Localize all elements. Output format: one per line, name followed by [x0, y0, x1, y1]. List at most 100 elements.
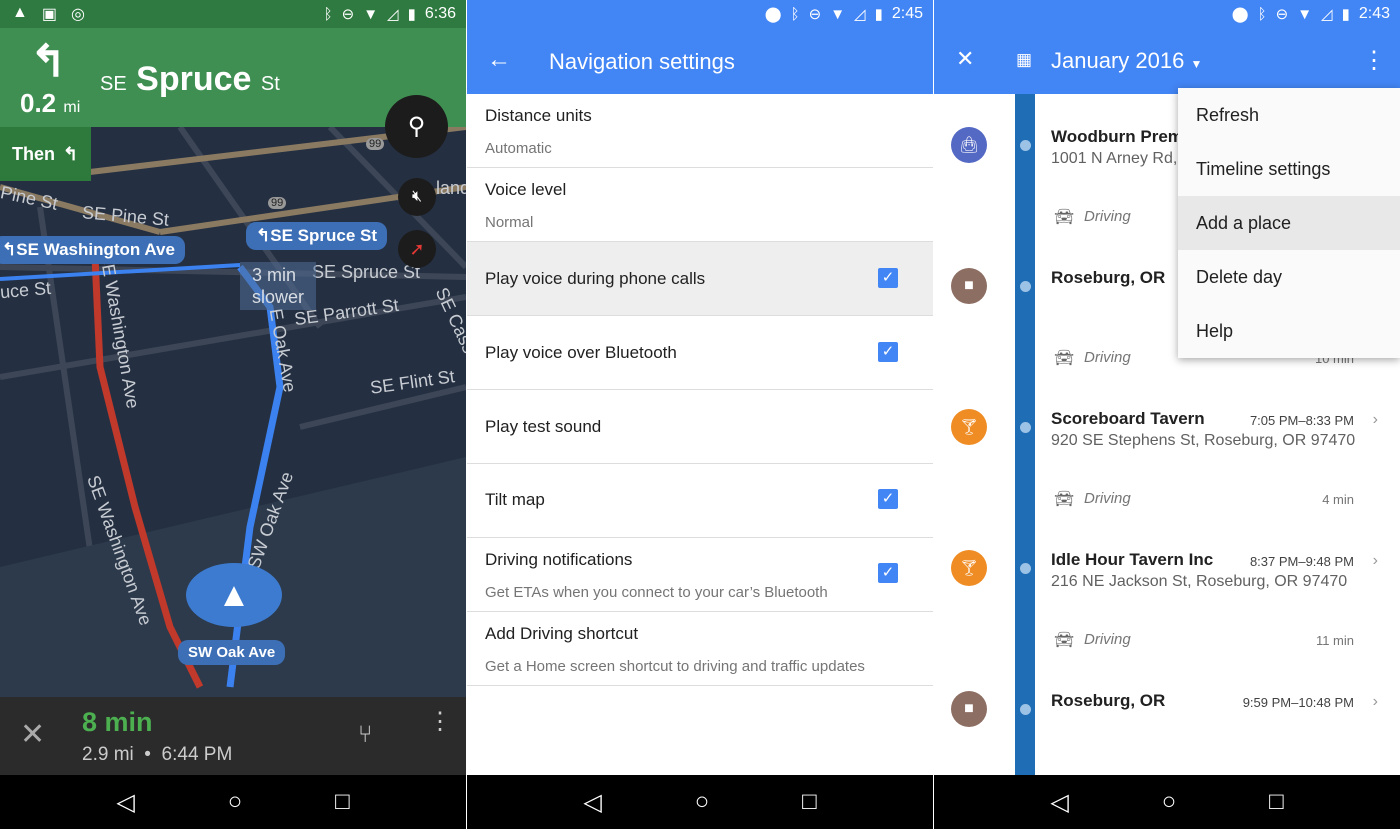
menu-item-timeline-settings[interactable]: Timeline settings [1178, 142, 1400, 196]
drive-label: Driving [1084, 631, 1131, 648]
menu-item-delete-day[interactable]: Delete day [1178, 250, 1400, 304]
dnd-icon: ⊖ [1275, 6, 1289, 23]
menu-item-add-place[interactable]: Add a place [1178, 196, 1400, 250]
menu-item-help[interactable]: Help [1178, 304, 1400, 358]
menu-item-refresh[interactable]: Refresh [1178, 88, 1400, 142]
calendar-icon[interactable]: ▦ [1016, 50, 1032, 70]
overflow-menu: Refresh Timeline settings Add a place De… [1178, 88, 1400, 358]
place-name: Roseburg, OR [1051, 268, 1166, 287]
status-bar: ▲ ▣ ◎ ᛒ ⊖ ▼ ◿ ▮ 6:36 [0, 0, 466, 28]
turn-left-icon: ↰ [63, 143, 79, 164]
setting-value: Normal [485, 214, 534, 231]
timeline-dot [1020, 140, 1031, 151]
place-name: Idle Hour Tavern Inc [1051, 550, 1214, 569]
chevron-right-icon: › [1372, 552, 1378, 569]
wifi-icon: ▼ [830, 5, 846, 23]
alt-routes-icon: ⑂ [358, 721, 373, 748]
checkbox[interactable]: ✓ [878, 489, 898, 509]
place-name: Scoreboard Tavern [1051, 409, 1205, 428]
setting-title: Play voice over Bluetooth [485, 343, 677, 362]
route-shield: 99 [268, 197, 287, 209]
map-label: land [436, 178, 466, 198]
home-icon[interactable]: ○ [695, 788, 710, 816]
recents-icon[interactable]: □ [802, 788, 817, 816]
back-icon[interactable]: ◁ [583, 788, 601, 817]
setting-title: Tilt map [485, 490, 545, 509]
home-icon[interactable]: ○ [228, 788, 243, 816]
map-label: uce St [0, 277, 52, 303]
checkbox[interactable]: ✓ [878, 563, 898, 583]
setting-tilt-map[interactable]: Tilt map ✓ [467, 464, 933, 538]
setting-distance-units[interactable]: Distance units Automatic [467, 94, 933, 168]
back-button[interactable]: ← [487, 46, 511, 74]
setting-voice-bluetooth[interactable]: Play voice over Bluetooth ✓ [467, 316, 933, 390]
place-name: Woodburn Prem [1051, 127, 1183, 146]
close-button[interactable]: ✕ [956, 46, 974, 72]
shopping-icon: 👜︎ [951, 127, 987, 163]
setting-voice-level[interactable]: Voice level Normal [467, 168, 933, 242]
timeline-dot [1020, 422, 1031, 433]
alt-route-label[interactable]: 3 min slower [240, 262, 317, 310]
battery-icon: ▮ [407, 6, 416, 23]
more-options-button[interactable]: ⋮ [1362, 46, 1386, 75]
turn-callout: ↰SE Spruce St [246, 222, 388, 250]
system-nav-bar: ◁ ○ □ [0, 775, 466, 829]
setting-title: Voice level [485, 180, 567, 199]
search-button[interactable]: ⚲ [385, 95, 448, 158]
current-street-callout: SW Oak Ave [178, 640, 286, 665]
checkbox[interactable]: ✓ [878, 342, 898, 362]
timeline-screen: ⬤ ᛒ ⊖ ▼ ◿ ▮ 2:43 ✕ ▦ January 2016 ▼ ⋮ 👜︎ Woodb… [934, 0, 1400, 829]
route-options-button[interactable]: ⑂ [358, 721, 372, 749]
drive-duration: 11 min [1315, 633, 1354, 648]
place-icon: ■ [951, 268, 987, 304]
wifi-icon: ▼ [363, 5, 379, 23]
turn-callout: ↰SE Washington Ave [0, 236, 185, 264]
back-icon[interactable]: ◁ [1050, 788, 1068, 817]
no-signal-icon: ◿ [387, 6, 399, 23]
then-banner: Then ↰ [0, 127, 91, 181]
setting-title: Play test sound [485, 417, 602, 436]
drive-label: Driving [1084, 208, 1131, 225]
setting-subtitle: Get ETAs when you connect to your car’s … [485, 584, 828, 601]
search-icon: ⚲ [407, 113, 426, 140]
setting-driving-shortcut[interactable]: Add Driving shortcut Get a Home screen sh… [467, 612, 933, 686]
bluetooth-icon: ᛒ [1257, 5, 1267, 23]
setting-subtitle: Get a Home screen shortcut to driving an… [485, 658, 865, 675]
place-time: 8:37 PM–9:48 PM [1249, 554, 1354, 569]
date-selector[interactable]: January 2016 ▼ [1051, 48, 1202, 74]
setting-voice-phone-calls[interactable]: Play voice during phone calls ✓ [467, 242, 933, 316]
app-bar: ⬤ ᛒ ⊖ ▼ ◿ ▮ 2:43 ✕ ▦ January 2016 ▼ ⋮ [934, 0, 1400, 94]
location-icon: ◎ [70, 6, 85, 23]
compass-button[interactable]: ➚ [398, 230, 436, 268]
bar-icon: 🍸︎ [951, 409, 987, 445]
compass-icon: ➚ [409, 238, 425, 259]
clock: 6:36 [424, 5, 456, 22]
place-address: 920 SE Stephens St, Roseburg, OR 97470 [1051, 432, 1356, 449]
recents-icon[interactable]: □ [335, 788, 350, 816]
recents-icon[interactable]: □ [1269, 788, 1284, 816]
home-icon[interactable]: ○ [1162, 788, 1177, 816]
navigation-icon: ▲ [12, 4, 28, 21]
setting-title: Play voice during phone calls [485, 269, 706, 288]
car-icon: 🚘︎ [1054, 209, 1075, 226]
place-name: Roseburg, OR [1051, 691, 1166, 710]
more-options-button[interactable]: ⋮ [428, 710, 452, 734]
back-icon[interactable]: ◁ [116, 788, 134, 817]
navigation-screen: Pine St SE Pine St uce St SE Spruce St S… [0, 0, 466, 829]
turn-distance: 0.2 [20, 88, 57, 118]
status-bar: ⬤ ᛒ ⊖ ▼ ◿ ▮ 2:43 [934, 0, 1400, 28]
drive-label: Driving [1084, 349, 1131, 366]
drive-label: Driving [1084, 490, 1131, 507]
wifi-icon: ▼ [1297, 5, 1313, 23]
trip-summary-bar: ✕ 8 min 2.9 mi • 6:44 PM ⑂ ⋮ [0, 697, 466, 775]
clock: 2:45 [891, 5, 923, 22]
setting-test-sound[interactable]: Play test sound [467, 390, 933, 464]
setting-driving-notifications[interactable]: Driving notifications Get ETAs when you c… [467, 538, 933, 612]
close-navigation-button[interactable]: ✕ [20, 717, 45, 752]
distance-unit: mi [63, 99, 81, 116]
checkbox[interactable]: ✓ [878, 268, 898, 288]
map-label: SE Spruce St [312, 262, 421, 282]
place-address: 216 NE Jackson St, Roseburg, OR 97470 [1051, 573, 1348, 590]
mute-button[interactable]: 🔇︎ [398, 178, 436, 216]
car-icon: 🚘︎ [1054, 491, 1075, 508]
